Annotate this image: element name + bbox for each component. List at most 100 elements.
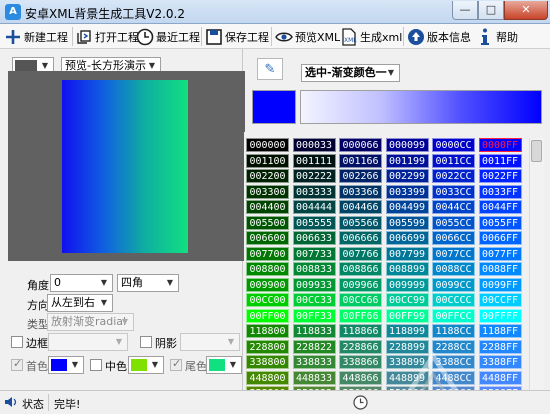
palette-cell[interactable]: 00CC66	[339, 293, 382, 307]
color-shade-bar[interactable]	[300, 90, 542, 124]
palette-cell[interactable]: 001166	[339, 153, 382, 168]
palette-cell[interactable]: 3388FF	[478, 355, 522, 369]
palette-cell[interactable]: 00FFFF	[478, 308, 522, 323]
palette-cell[interactable]: 005599	[385, 215, 429, 230]
palette-cell[interactable]: 002266	[339, 169, 382, 183]
palette-cell[interactable]: 228866	[339, 339, 382, 354]
palette-cell[interactable]: 0000FF	[478, 138, 522, 152]
minimize-button[interactable]: —	[452, 1, 478, 20]
color-target-select[interactable]: 选中-渐变颜色一 ▼	[301, 64, 400, 82]
palette-cell[interactable]: 009900	[246, 277, 289, 292]
palette-cell[interactable]: 000099	[385, 138, 429, 152]
palette-cell[interactable]: 000033	[292, 138, 336, 152]
palette-cell[interactable]: 00FF99	[385, 308, 429, 323]
palette-cell[interactable]: 118800	[246, 324, 289, 338]
palette-cell[interactable]: 0011CC	[432, 153, 475, 168]
palette-cell[interactable]: 006666	[339, 231, 382, 245]
palette-cell[interactable]: 001111	[292, 153, 336, 168]
palette-cell[interactable]: 000066	[339, 138, 382, 152]
end-color-picker[interactable]: ▼	[206, 356, 242, 374]
palette-scrollbar[interactable]	[529, 138, 544, 390]
palette-cell[interactable]: 004400	[246, 200, 289, 214]
palette-cell[interactable]: 0066CC	[432, 231, 475, 245]
palette-cell[interactable]: 0099CC	[432, 277, 475, 292]
palette-cell[interactable]: 448800	[246, 370, 289, 385]
palette-cell[interactable]: 0033CC	[432, 184, 475, 199]
palette-cell[interactable]: 0044CC	[432, 200, 475, 214]
palette-cell[interactable]: 2288FF	[478, 339, 522, 354]
palette-cell[interactable]: 002222	[292, 169, 336, 183]
palette-cell[interactable]: 009999	[385, 277, 429, 292]
palette-cell[interactable]: 008800	[246, 262, 289, 276]
new-project-button[interactable]: 新建工程	[4, 24, 68, 49]
palette-cell[interactable]: 007733	[292, 246, 336, 261]
palette-cell[interactable]: 008833	[292, 262, 336, 276]
border-color-picker[interactable]: ▼	[48, 333, 128, 351]
palette-cell[interactable]: 007799	[385, 246, 429, 261]
palette-cell[interactable]: 008866	[339, 262, 382, 276]
shadow-checkbox[interactable]	[140, 336, 152, 348]
help-button[interactable]: 帮助	[476, 24, 518, 49]
palette-cell[interactable]: 003300	[246, 184, 289, 199]
direction-select[interactable]: 从左到右 ▼	[47, 294, 113, 312]
start-color-checkbox[interactable]	[11, 357, 23, 371]
palette-cell[interactable]: 118866	[339, 324, 382, 338]
palette-cell[interactable]: 0044FF	[478, 200, 522, 214]
palette-cell[interactable]: 0022CC	[432, 169, 475, 183]
palette-cell[interactable]: 448866	[339, 370, 382, 385]
palette-cell[interactable]: 0099FF	[478, 277, 522, 292]
palette-cell[interactable]: 0022FF	[478, 169, 522, 183]
palette-cell[interactable]: 006699	[385, 231, 429, 245]
palette-cell[interactable]: 00CC99	[385, 293, 429, 307]
shadow-color-picker[interactable]: ▼	[180, 333, 240, 351]
palette-cell[interactable]: 00CC00	[246, 293, 289, 307]
mid-color-picker[interactable]: ▼	[128, 356, 164, 374]
palette-cell[interactable]: 0088CC	[432, 262, 475, 276]
palette-cell[interactable]: 004444	[292, 200, 336, 214]
corner-select[interactable]: 四角 ▼	[117, 274, 179, 292]
close-button[interactable]: ✕	[504, 1, 548, 20]
eyedropper-button[interactable]: ✎	[257, 58, 283, 80]
palette-cell[interactable]: 006600	[246, 231, 289, 245]
palette-cell[interactable]: 002200	[246, 169, 289, 183]
mid-color-checkbox[interactable]	[90, 359, 102, 371]
palette-cell[interactable]: 448833	[292, 370, 336, 385]
palette-cell[interactable]: 00FF33	[292, 308, 336, 323]
palette-cell[interactable]: 4488FF	[478, 370, 522, 385]
palette-cell[interactable]: 009933	[292, 277, 336, 292]
scrollbar-thumb[interactable]	[531, 140, 542, 162]
open-project-button[interactable]: 打开工程	[75, 24, 139, 49]
palette-cell[interactable]: 228800	[246, 339, 289, 354]
palette-cell[interactable]: 003366	[339, 184, 382, 199]
end-color-checkbox[interactable]	[170, 357, 182, 371]
palette-cell[interactable]: 118899	[385, 324, 429, 338]
palette-cell[interactable]: 338833	[292, 355, 336, 369]
palette-cell[interactable]: 008899	[385, 262, 429, 276]
palette-cell[interactable]: 0077CC	[432, 246, 475, 261]
palette-cell[interactable]: 003333	[292, 184, 336, 199]
palette-cell[interactable]: 005500	[246, 215, 289, 230]
palette-cell[interactable]: 00FF66	[339, 308, 382, 323]
palette-cell[interactable]: 0066FF	[478, 231, 522, 245]
palette-cell[interactable]: 00FF00	[246, 308, 289, 323]
palette-cell[interactable]: 009966	[339, 277, 382, 292]
palette-cell[interactable]: 228822	[292, 339, 336, 354]
palette-cell[interactable]: 338800	[246, 355, 289, 369]
palette-cell[interactable]: 338866	[339, 355, 382, 369]
palette-cell[interactable]: 004499	[385, 200, 429, 214]
palette-cell[interactable]: 007700	[246, 246, 289, 261]
palette-cell[interactable]: 0077FF	[478, 246, 522, 261]
palette-cell[interactable]: 007766	[339, 246, 382, 261]
type-select[interactable]: 放射渐变radial ▼	[47, 313, 134, 331]
palette-cell[interactable]: 1188FF	[478, 324, 522, 338]
palette-cell[interactable]: 00FFCC	[432, 308, 475, 323]
palette-cell[interactable]: 118833	[292, 324, 336, 338]
palette-cell[interactable]: 000000	[246, 138, 289, 152]
palette-cell[interactable]: 004466	[339, 200, 382, 214]
palette-cell[interactable]: 0055FF	[478, 215, 522, 230]
palette-cell[interactable]: 005566	[339, 215, 382, 230]
palette-cell[interactable]: 1188CC	[432, 324, 475, 338]
color-palette-grid[interactable]: 000000 000033 000066 000099 0000CC 0000FF 0011…	[246, 138, 527, 390]
angle-select[interactable]: 0 ▼	[50, 274, 113, 292]
palette-cell[interactable]: 00CCFF	[478, 293, 522, 307]
